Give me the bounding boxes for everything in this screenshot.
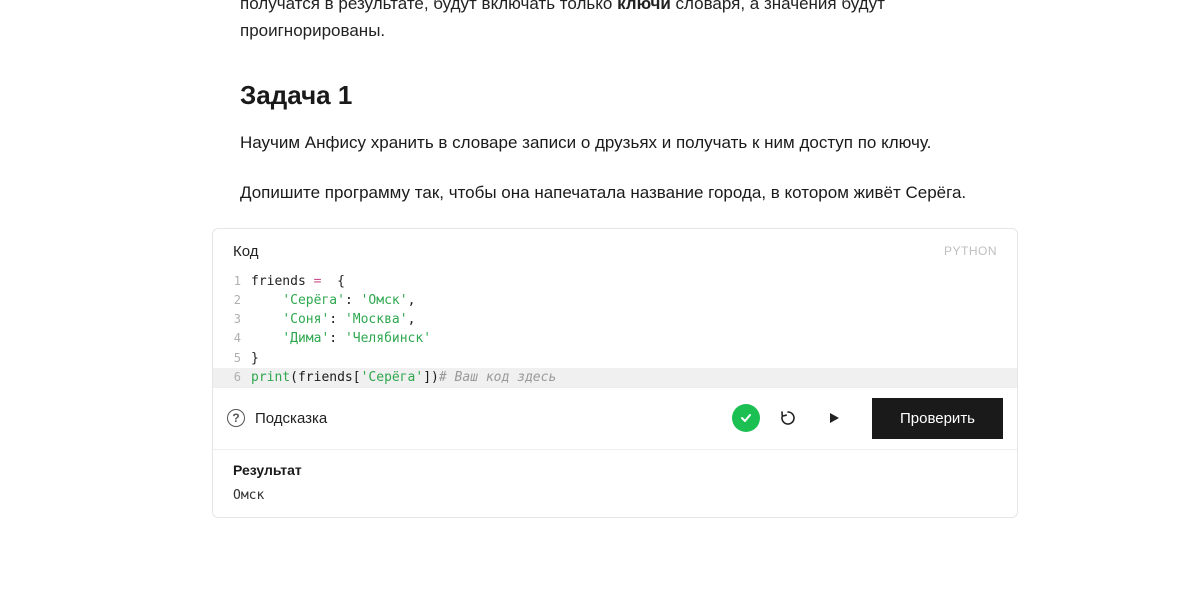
code-line: 5 } bbox=[213, 349, 1017, 368]
code-line: 4 'Дима': 'Челябинск' bbox=[213, 329, 1017, 348]
line-number: 4 bbox=[225, 329, 241, 348]
result-output: Омск bbox=[233, 488, 997, 503]
code-card: Код PYTHON 1 friends = { 2 'Серёга': 'Ом… bbox=[212, 228, 1018, 518]
intro-bold: ключи bbox=[617, 0, 671, 13]
result-label: Результат bbox=[233, 462, 997, 478]
task-title: Задача 1 bbox=[240, 80, 990, 111]
result-section: Результат Омск bbox=[213, 449, 1017, 517]
hint-button[interactable]: Подсказка bbox=[255, 410, 327, 427]
intro-pre: получатся в результате, будут включать т… bbox=[240, 0, 617, 13]
line-number: 3 bbox=[225, 310, 241, 329]
task-paragraph-1: Научим Анфису хранить в словаре записи о… bbox=[240, 129, 990, 156]
code-card-header: Код PYTHON bbox=[213, 229, 1017, 272]
code-label: Код bbox=[233, 243, 259, 260]
code-editor[interactable]: 1 friends = { 2 'Серёга': 'Омск', 3 'Сон… bbox=[213, 272, 1017, 387]
run-button[interactable] bbox=[816, 404, 852, 432]
check-button[interactable]: Проверить bbox=[872, 398, 1003, 439]
success-indicator-icon[interactable] bbox=[732, 404, 760, 432]
code-line-current: 6 print(friends['Серёга'])# Ваш код здес… bbox=[213, 368, 1017, 387]
language-label: PYTHON bbox=[944, 244, 997, 258]
code-line: 1 friends = { bbox=[213, 272, 1017, 291]
task-paragraph-2: Допишите программу так, чтобы она напеча… bbox=[240, 179, 990, 206]
intro-paragraph: получатся в результате, будут включать т… bbox=[240, 0, 990, 44]
line-number: 2 bbox=[225, 291, 241, 310]
controls-bar: ? Подсказка Проверить bbox=[213, 387, 1017, 449]
reload-button[interactable] bbox=[770, 404, 806, 432]
line-number: 5 bbox=[225, 349, 241, 368]
code-line: 2 'Серёга': 'Омск', bbox=[213, 291, 1017, 310]
line-number: 1 bbox=[225, 272, 241, 291]
hint-icon[interactable]: ? bbox=[227, 409, 245, 427]
line-number: 6 bbox=[225, 368, 241, 387]
code-line: 3 'Соня': 'Москва', bbox=[213, 310, 1017, 329]
